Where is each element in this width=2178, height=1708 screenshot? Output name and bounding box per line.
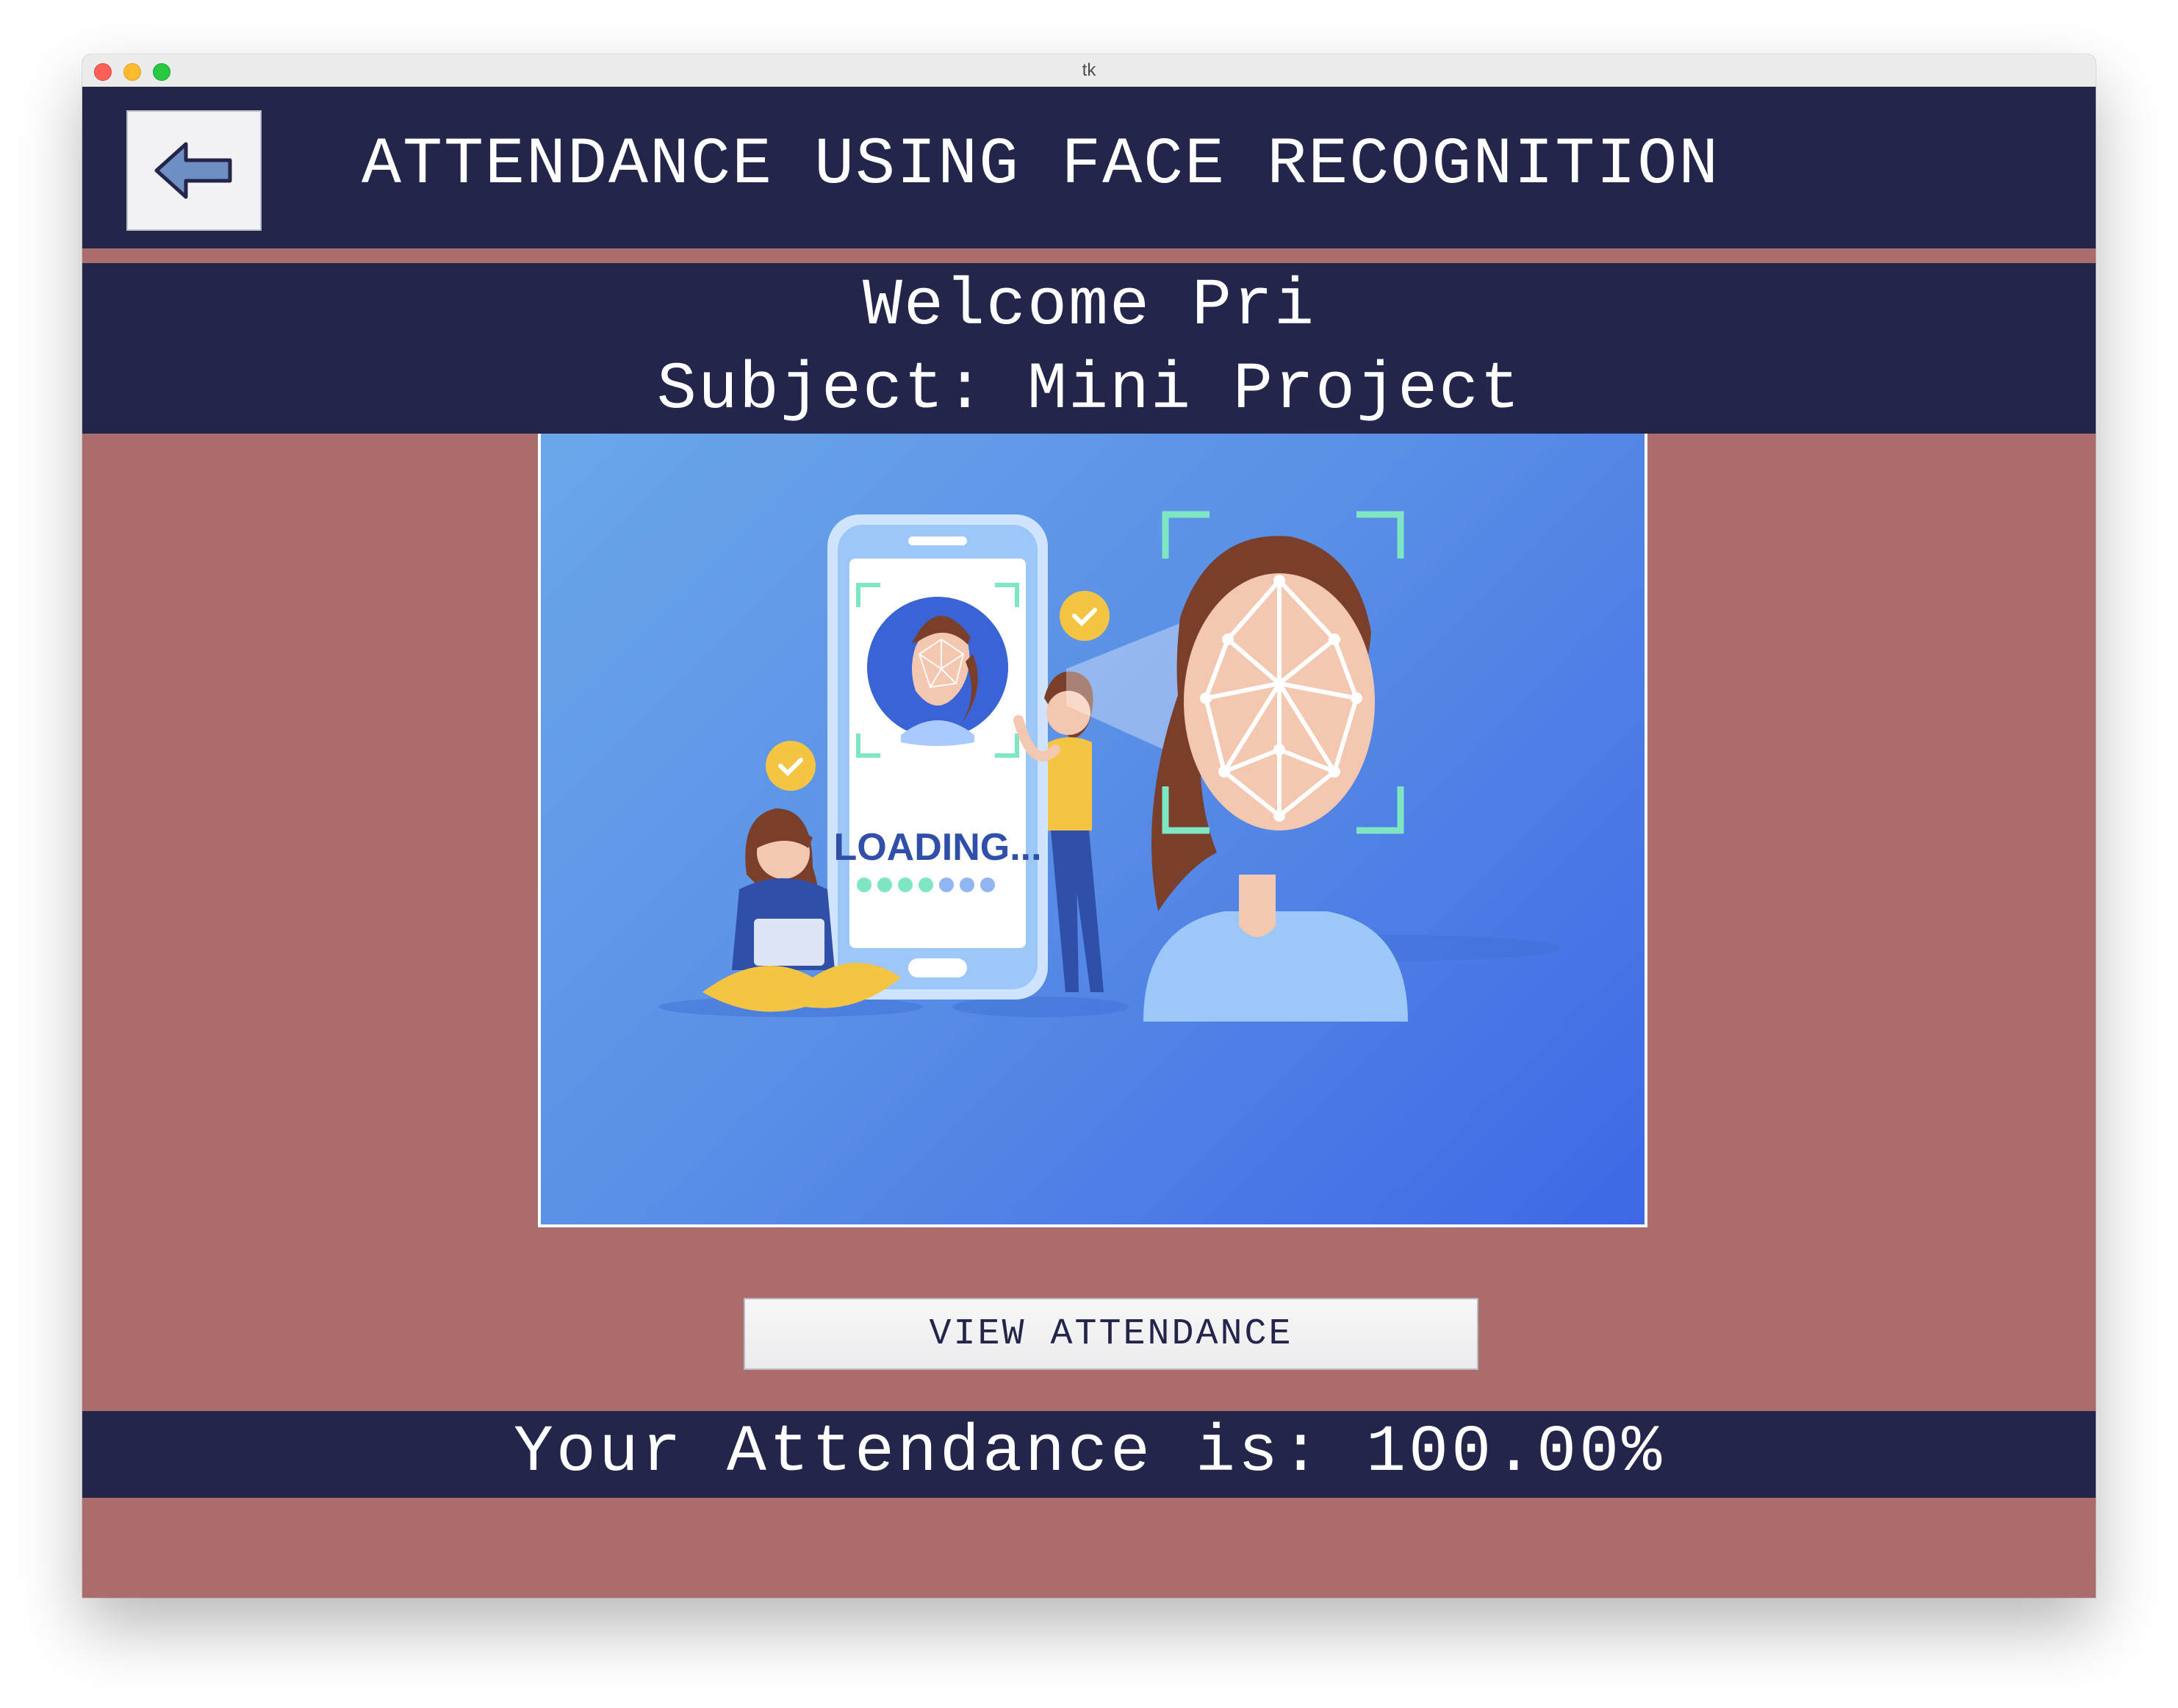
header-divider <box>82 248 2096 263</box>
face-recognition-illustration: LOADING... <box>538 434 1647 1227</box>
illustration-art: LOADING... <box>658 511 1562 1022</box>
app-window: tk ATTENDANCE USING FACE RECOGNITION Wel… <box>82 54 2096 1598</box>
welcome-text: Welcome Pri <box>862 269 1316 344</box>
welcome-panel: Welcome Pri Subject: Mini Project <box>82 263 2096 434</box>
arrow-left-icon <box>154 142 232 199</box>
window-title: tk <box>1082 60 1096 80</box>
attendance-summary: Your Attendance is: 100.00% <box>513 1415 1665 1490</box>
loading-text: LOADING... <box>833 826 1041 869</box>
back-button[interactable] <box>126 110 262 231</box>
view-attendance-button[interactable]: VIEW ATTENDANCE <box>744 1298 1478 1370</box>
attendance-panel: Your Attendance is: 100.00% <box>82 1411 2096 1498</box>
header-bar: ATTENDANCE USING FACE RECOGNITION <box>82 87 2096 248</box>
subject-text: Subject: Mini Project <box>656 353 1522 428</box>
app-title: ATTENDANCE USING FACE RECOGNITION <box>362 128 1720 203</box>
window-titlebar: tk <box>82 54 2096 87</box>
